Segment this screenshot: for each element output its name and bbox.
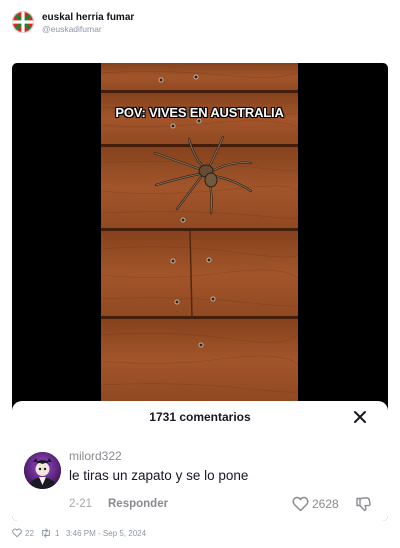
thumbs-down-icon xyxy=(356,497,371,512)
video-overlay-caption: POV: VIVES EN AUSTRALIA xyxy=(115,105,284,120)
comments-sheet: 1731 comentarios milord322 le tiras un z… xyxy=(12,401,388,521)
close-button[interactable] xyxy=(352,409,368,425)
post-like-button[interactable] xyxy=(12,528,22,540)
comment-text: le tiras un zapato y se lo pone xyxy=(69,468,249,483)
repost-button[interactable] xyxy=(40,528,52,540)
reply-button[interactable]: Responder xyxy=(108,498,168,510)
video-screenshot[interactable]: POV: VIVES EN AUSTRALIA 1731 comentarios xyxy=(12,63,388,521)
author-avatar[interactable] xyxy=(12,11,34,33)
author-name[interactable]: euskal herria fumar xyxy=(42,12,134,23)
commenter-avatar[interactable] xyxy=(24,452,61,489)
comment-dislike-button[interactable] xyxy=(355,496,371,512)
repost-count: 1 xyxy=(55,529,60,538)
comment-like-count: 2628 xyxy=(312,497,339,511)
comment-date: 2-21 xyxy=(69,498,93,510)
repost-icon xyxy=(42,528,50,538)
commenter-username[interactable]: milord322 xyxy=(69,449,122,463)
close-icon xyxy=(354,411,366,423)
comment-count-title: 1731 comentarios xyxy=(149,410,251,424)
post-like-count: 22 xyxy=(25,529,34,538)
post-timestamp[interactable]: 3:46 PM - Sep 5, 2024 xyxy=(66,529,146,538)
heart-icon xyxy=(292,496,309,512)
heart-icon xyxy=(12,528,22,538)
video-frame[interactable]: POV: VIVES EN AUSTRALIA xyxy=(101,63,298,401)
post-header: euskal herria fumar @euskadifumar xyxy=(12,10,388,38)
post-footer: 22 1 3:46 PM - Sep 5, 2024 xyxy=(12,527,388,541)
author-handle[interactable]: @euskadifumar xyxy=(42,24,102,34)
